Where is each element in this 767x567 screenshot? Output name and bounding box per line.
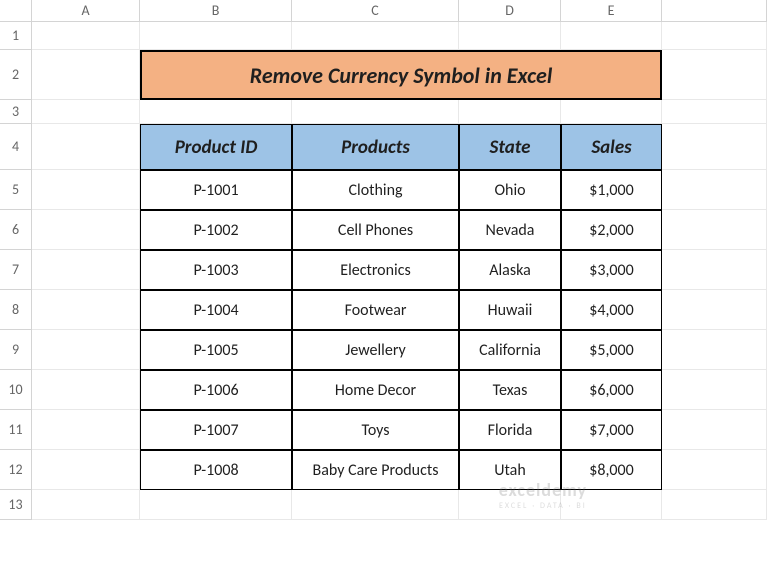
cell-c13[interactable] bbox=[292, 490, 459, 520]
row-header-8[interactable]: 8 bbox=[0, 290, 32, 330]
cell-c1[interactable] bbox=[292, 22, 459, 50]
cell-sales[interactable]: $3,000 bbox=[561, 250, 662, 290]
col-header-c[interactable]: C bbox=[292, 0, 459, 22]
cell-product-id[interactable]: P-1006 bbox=[140, 370, 292, 410]
cell-f10[interactable] bbox=[662, 370, 767, 410]
cell-sales[interactable]: $7,000 bbox=[561, 410, 662, 450]
cell-f6[interactable] bbox=[662, 210, 767, 250]
cell-product-id[interactable]: P-1007 bbox=[140, 410, 292, 450]
cell-state[interactable]: California bbox=[459, 330, 561, 370]
row-header-11[interactable]: 11 bbox=[0, 410, 32, 450]
row-header-4[interactable]: 4 bbox=[0, 124, 32, 170]
cell-state[interactable]: Alaska bbox=[459, 250, 561, 290]
cell-sales[interactable]: $8,000 bbox=[561, 450, 662, 490]
cell-state[interactable]: Ohio bbox=[459, 170, 561, 210]
cell-state[interactable]: Texas bbox=[459, 370, 561, 410]
cell-e13[interactable] bbox=[561, 490, 662, 520]
cell-products[interactable]: Footwear bbox=[292, 290, 459, 330]
row-header-6[interactable]: 6 bbox=[0, 210, 32, 250]
col-header-d[interactable]: D bbox=[459, 0, 561, 22]
cell-sales[interactable]: $2,000 bbox=[561, 210, 662, 250]
cell-a7[interactable] bbox=[32, 250, 140, 290]
row-header-3[interactable]: 3 bbox=[0, 100, 32, 124]
cell-f12[interactable] bbox=[662, 450, 767, 490]
cell-d3[interactable] bbox=[459, 100, 561, 124]
header-products[interactable]: Products bbox=[292, 124, 459, 170]
cell-product-id[interactable]: P-1004 bbox=[140, 290, 292, 330]
col-header-b[interactable]: B bbox=[140, 0, 292, 22]
cell-f3[interactable] bbox=[662, 100, 767, 124]
cell-b13[interactable] bbox=[140, 490, 292, 520]
cell-a8[interactable] bbox=[32, 290, 140, 330]
cell-e3[interactable] bbox=[561, 100, 662, 124]
row-header-7[interactable]: 7 bbox=[0, 250, 32, 290]
cell-a3[interactable] bbox=[32, 100, 140, 124]
cell-products[interactable]: Home Decor bbox=[292, 370, 459, 410]
row-header-12[interactable]: 12 bbox=[0, 450, 32, 490]
col-header-e[interactable]: E bbox=[561, 0, 662, 22]
cell-a10[interactable] bbox=[32, 370, 140, 410]
title-cell[interactable]: Remove Currency Symbol in Excel bbox=[140, 50, 662, 100]
spreadsheet-grid: A B C D E 1 2 Remove Currency Symbol in … bbox=[0, 0, 767, 520]
row-header-2[interactable]: 2 bbox=[0, 50, 32, 100]
cell-products[interactable]: Electronics bbox=[292, 250, 459, 290]
cell-f8[interactable] bbox=[662, 290, 767, 330]
cell-a11[interactable] bbox=[32, 410, 140, 450]
cell-product-id[interactable]: P-1003 bbox=[140, 250, 292, 290]
cell-b3[interactable] bbox=[140, 100, 292, 124]
cell-products[interactable]: Clothing bbox=[292, 170, 459, 210]
cell-sales[interactable]: $1,000 bbox=[561, 170, 662, 210]
select-all-corner[interactable] bbox=[0, 0, 32, 22]
cell-a13[interactable] bbox=[32, 490, 140, 520]
cell-product-id[interactable]: P-1002 bbox=[140, 210, 292, 250]
cell-products[interactable]: Baby Care Products bbox=[292, 450, 459, 490]
row-header-10[interactable]: 10 bbox=[0, 370, 32, 410]
header-product-id[interactable]: Product ID bbox=[140, 124, 292, 170]
cell-f9[interactable] bbox=[662, 330, 767, 370]
col-header-a[interactable]: A bbox=[32, 0, 140, 22]
col-header-extra[interactable] bbox=[662, 0, 767, 22]
cell-sales[interactable]: $4,000 bbox=[561, 290, 662, 330]
row-header-5[interactable]: 5 bbox=[0, 170, 32, 210]
cell-f7[interactable] bbox=[662, 250, 767, 290]
cell-e1[interactable] bbox=[561, 22, 662, 50]
cell-state[interactable]: Florida bbox=[459, 410, 561, 450]
cell-products[interactable]: Cell Phones bbox=[292, 210, 459, 250]
row-header-9[interactable]: 9 bbox=[0, 330, 32, 370]
cell-state[interactable]: Nevada bbox=[459, 210, 561, 250]
cell-sales[interactable]: $5,000 bbox=[561, 330, 662, 370]
cell-a9[interactable] bbox=[32, 330, 140, 370]
cell-f2[interactable] bbox=[662, 50, 767, 100]
cell-a6[interactable] bbox=[32, 210, 140, 250]
cell-f1[interactable] bbox=[662, 22, 767, 50]
cell-d13[interactable] bbox=[459, 490, 561, 520]
cell-state[interactable]: Huwaii bbox=[459, 290, 561, 330]
cell-f13[interactable] bbox=[662, 490, 767, 520]
cell-state[interactable]: Utah bbox=[459, 450, 561, 490]
header-state[interactable]: State bbox=[459, 124, 561, 170]
cell-product-id[interactable]: P-1008 bbox=[140, 450, 292, 490]
header-sales[interactable]: Sales bbox=[561, 124, 662, 170]
cell-product-id[interactable]: P-1005 bbox=[140, 330, 292, 370]
cell-a5[interactable] bbox=[32, 170, 140, 210]
cell-b1[interactable] bbox=[140, 22, 292, 50]
cell-a12[interactable] bbox=[32, 450, 140, 490]
cell-a2[interactable] bbox=[32, 50, 140, 100]
cell-a4[interactable] bbox=[32, 124, 140, 170]
cell-f5[interactable] bbox=[662, 170, 767, 210]
cell-product-id[interactable]: P-1001 bbox=[140, 170, 292, 210]
cell-f4[interactable] bbox=[662, 124, 767, 170]
cell-products[interactable]: Toys bbox=[292, 410, 459, 450]
cell-sales[interactable]: $6,000 bbox=[561, 370, 662, 410]
cell-f11[interactable] bbox=[662, 410, 767, 450]
cell-products[interactable]: Jewellery bbox=[292, 330, 459, 370]
cell-d1[interactable] bbox=[459, 22, 561, 50]
cell-a1[interactable] bbox=[32, 22, 140, 50]
row-header-1[interactable]: 1 bbox=[0, 22, 32, 50]
row-header-13[interactable]: 13 bbox=[0, 490, 32, 520]
cell-c3[interactable] bbox=[292, 100, 459, 124]
